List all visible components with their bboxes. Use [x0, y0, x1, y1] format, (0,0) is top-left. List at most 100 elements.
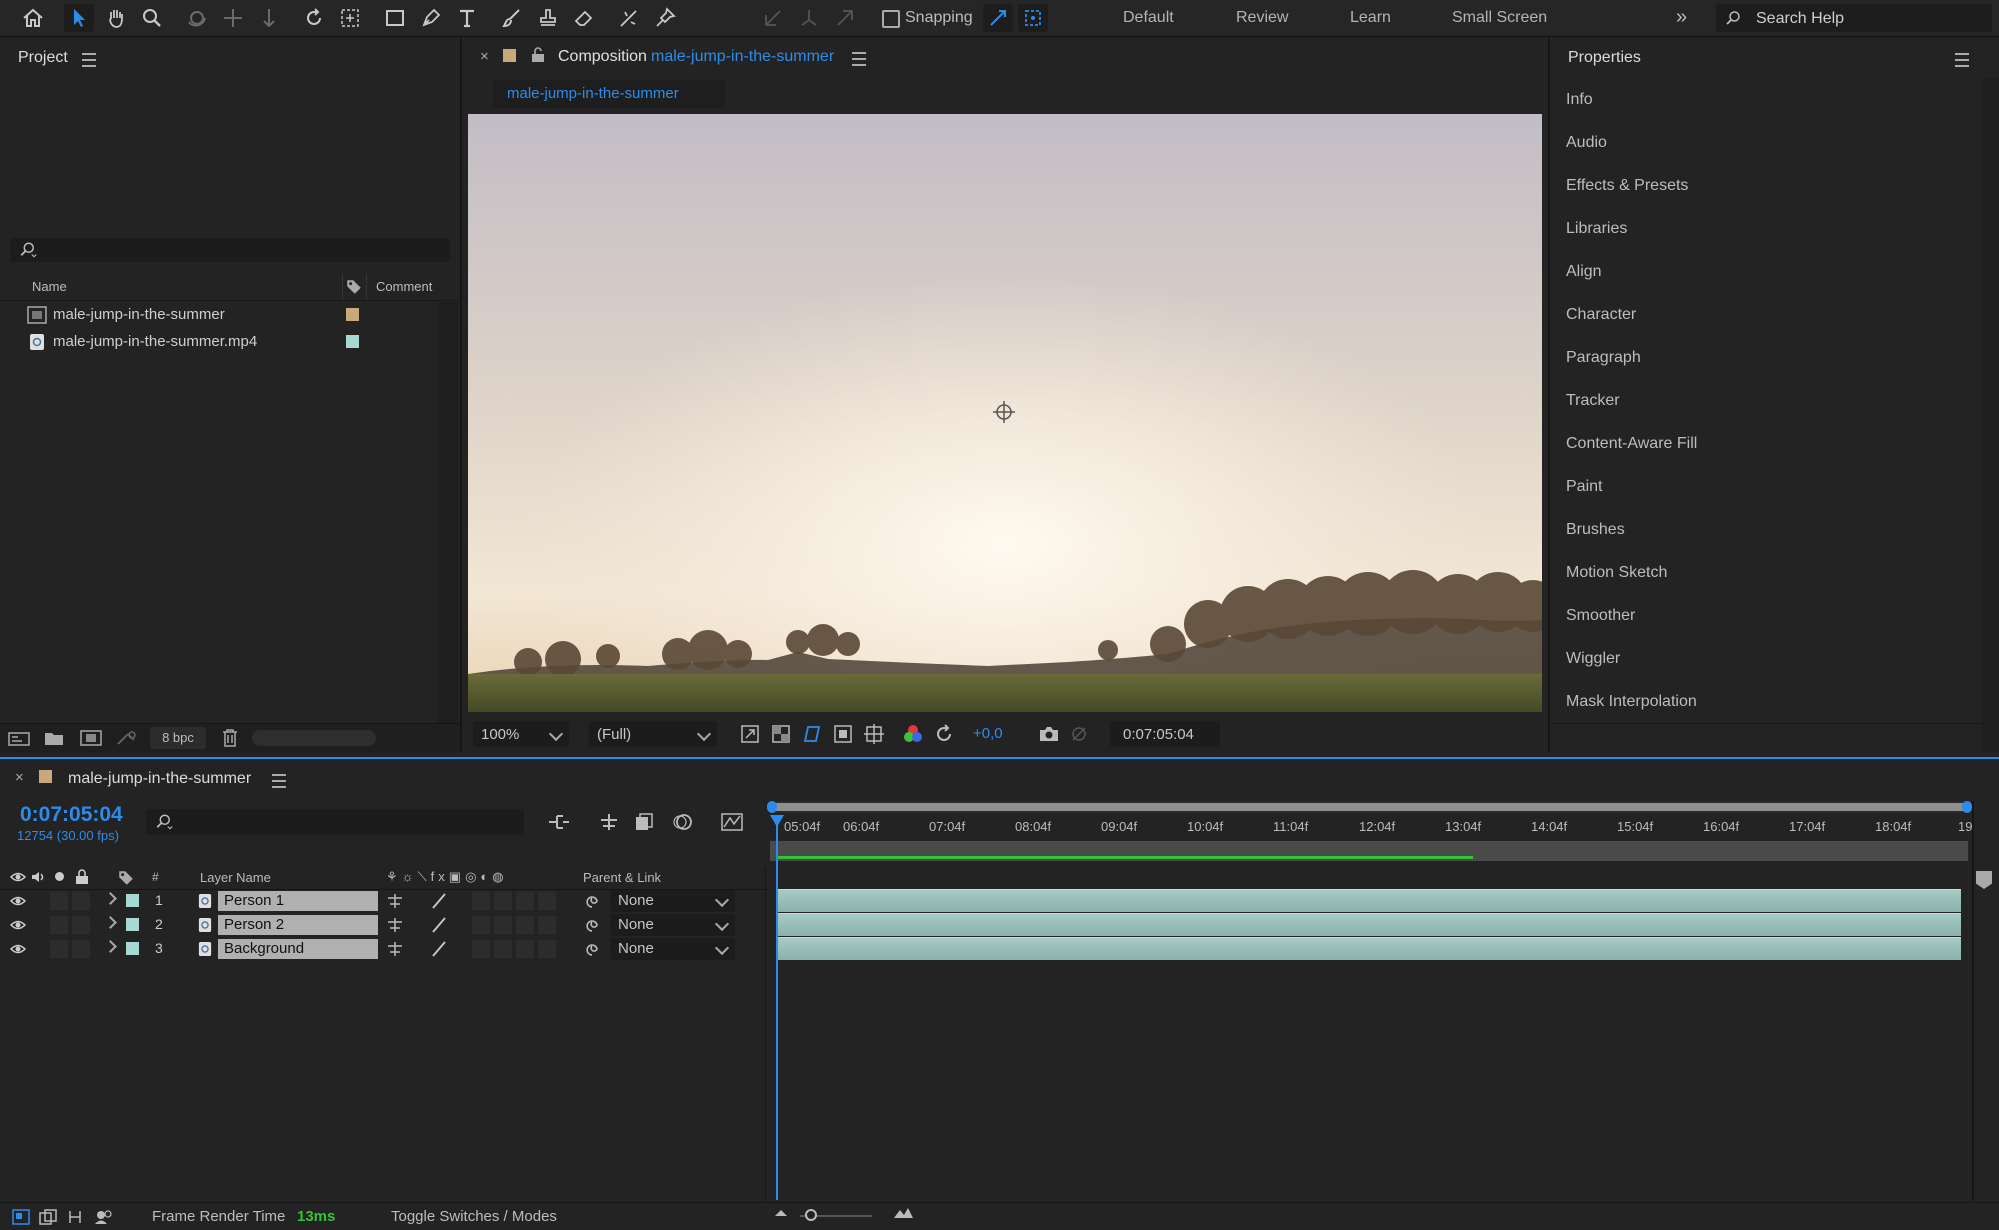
comp-viewer[interactable]: [468, 114, 1542, 712]
home-icon[interactable]: [18, 4, 48, 32]
layer-search-input[interactable]: [146, 809, 524, 835]
orbit-camera-icon[interactable]: [182, 4, 212, 32]
pan-behind-icon[interactable]: [335, 4, 365, 32]
show-snapshot-icon[interactable]: [1069, 724, 1089, 744]
motion-blur-switch[interactable]: [516, 940, 534, 958]
project-thumbnail-slider[interactable]: [252, 730, 376, 746]
frame-blend-switch[interactable]: [494, 940, 512, 958]
pick-whip-icon[interactable]: [583, 940, 601, 958]
eraser-tool-icon[interactable]: [569, 4, 599, 32]
draft-3d-icon[interactable]: [597, 812, 621, 832]
workspace-default[interactable]: Default: [1123, 9, 1174, 27]
in-out-stretch-icon[interactable]: [66, 1209, 84, 1225]
solo-toggle[interactable]: [50, 892, 68, 910]
project-scrollbar[interactable]: [438, 302, 458, 742]
zoom-slider-thumb[interactable]: [805, 1209, 817, 1221]
zoom-out-icon[interactable]: [775, 1210, 787, 1216]
type-tool-icon[interactable]: [452, 4, 482, 32]
panel-item-content-aware-fill[interactable]: Content-Aware Fill: [1550, 422, 1982, 466]
pick-whip-icon[interactable]: [583, 892, 601, 910]
properties-menu-icon[interactable]: [1955, 53, 1969, 67]
layer-name-header[interactable]: Layer Name: [200, 870, 271, 885]
expand-chevron-icon[interactable]: [104, 916, 117, 929]
eye-visibility-icon[interactable]: [10, 942, 26, 956]
eye-visibility-icon[interactable]: [10, 894, 26, 908]
shy-switch-icon[interactable]: [386, 916, 404, 934]
snapshot-region-icon[interactable]: [740, 724, 760, 744]
pan-camera-icon[interactable]: [218, 4, 248, 32]
label-tag-icon[interactable]: [345, 278, 363, 296]
frame-blend-switch[interactable]: [494, 892, 512, 910]
quality-switch-icon[interactable]: [430, 892, 448, 910]
layer-name[interactable]: Background: [218, 939, 378, 959]
panel-item-motion-sketch[interactable]: Motion Sketch: [1550, 551, 1982, 595]
column-name[interactable]: Name: [32, 279, 67, 294]
timeline-area[interactable]: 05:04f 06:04f 07:04f 08:04f 09:04f 10:04…: [767, 797, 1972, 1197]
axis-world-icon[interactable]: [794, 4, 824, 32]
panel-item-paint[interactable]: Paint: [1550, 465, 1982, 509]
puppet-pin-icon[interactable]: [650, 4, 680, 32]
layer-name[interactable]: Person 1: [218, 891, 378, 911]
project-item-composition[interactable]: male-jump-in-the-summer: [0, 302, 440, 328]
playhead-line[interactable]: [776, 815, 778, 1200]
project-settings-icon[interactable]: [116, 730, 138, 746]
project-search-input[interactable]: [10, 238, 450, 262]
composition-name[interactable]: male-jump-in-the-summer: [651, 48, 834, 66]
composition-flowchart-icon[interactable]: [547, 812, 571, 832]
pick-whip-icon[interactable]: [583, 916, 601, 934]
project-menu-icon[interactable]: [82, 53, 96, 67]
lock-icon[interactable]: [531, 47, 545, 63]
workspace-learn[interactable]: Learn: [1350, 9, 1391, 27]
panel-item-info[interactable]: Info: [1550, 78, 1982, 122]
workspace-small-screen[interactable]: Small Screen: [1452, 9, 1547, 27]
region-of-interest-icon[interactable]: [833, 724, 853, 744]
comp-viewer-tab[interactable]: male-jump-in-the-summer: [493, 80, 725, 108]
workspace-overflow-icon[interactable]: »: [1676, 6, 1687, 29]
project-item-footage[interactable]: male-jump-in-the-summer.mp4: [0, 329, 440, 355]
properties-scrollbar[interactable]: [1982, 78, 1999, 752]
time-ruler[interactable]: 05:04f 06:04f 07:04f 08:04f 09:04f 10:04…: [770, 813, 1972, 839]
selection-tool-icon[interactable]: [64, 4, 94, 32]
expand-chevron-icon[interactable]: [104, 892, 117, 905]
snap-features-icon[interactable]: [1018, 4, 1048, 32]
panel-item-character[interactable]: Character: [1550, 293, 1982, 337]
parent-dropdown[interactable]: None: [610, 914, 735, 936]
snapping-checkbox[interactable]: [882, 10, 900, 28]
search-help-field[interactable]: Search Help: [1716, 4, 1992, 32]
axis-view-icon[interactable]: [830, 4, 860, 32]
layer-label-swatch[interactable]: [126, 942, 139, 955]
parent-dropdown[interactable]: None: [610, 938, 735, 960]
motion-blur-switch[interactable]: [516, 916, 534, 934]
channel-rgb-icon[interactable]: [903, 724, 923, 744]
current-timecode[interactable]: 0:07:05:04: [20, 803, 123, 827]
rectangle-tool-icon[interactable]: [380, 4, 410, 32]
new-folder-icon[interactable]: [44, 730, 64, 746]
3d-layer-switch[interactable]: [538, 892, 556, 910]
effect-switch[interactable]: [472, 916, 490, 934]
layer-row-2[interactable]: 2 Person 2 None: [0, 913, 768, 937]
timeline-menu-icon[interactable]: [272, 774, 286, 788]
comp-marker-bin-icon[interactable]: [1976, 871, 1992, 889]
timeline-comp-name[interactable]: male-jump-in-the-summer: [68, 770, 251, 788]
composition-menu-icon[interactable]: [852, 52, 866, 66]
viewer-timecode-field[interactable]: 0:07:05:04: [1110, 721, 1220, 747]
clone-stamp-icon[interactable]: [533, 4, 563, 32]
roto-brush-icon[interactable]: [614, 4, 644, 32]
panel-item-paragraph[interactable]: Paragraph: [1550, 336, 1982, 380]
brush-tool-icon[interactable]: [497, 4, 527, 32]
layer-name[interactable]: Person 2: [218, 915, 378, 935]
panel-item-effects-presets[interactable]: Effects & Presets: [1550, 164, 1982, 208]
trash-icon[interactable]: [222, 729, 238, 747]
pen-tool-icon[interactable]: [416, 4, 446, 32]
zoom-tool-icon[interactable]: [137, 4, 167, 32]
panel-item-mask-interpolation[interactable]: Mask Interpolation: [1550, 680, 1982, 724]
dolly-camera-icon[interactable]: [254, 4, 284, 32]
panel-item-align[interactable]: Align: [1550, 250, 1982, 294]
workspace-review[interactable]: Review: [1236, 9, 1288, 27]
reset-exposure-icon[interactable]: [934, 724, 954, 744]
quality-switch-icon[interactable]: [430, 916, 448, 934]
panel-item-libraries[interactable]: Libraries: [1550, 207, 1982, 251]
zoom-dropdown[interactable]: 100%: [473, 721, 569, 747]
render-time-toggle-icon[interactable]: [93, 1209, 113, 1225]
axis-local-icon[interactable]: [758, 4, 788, 32]
